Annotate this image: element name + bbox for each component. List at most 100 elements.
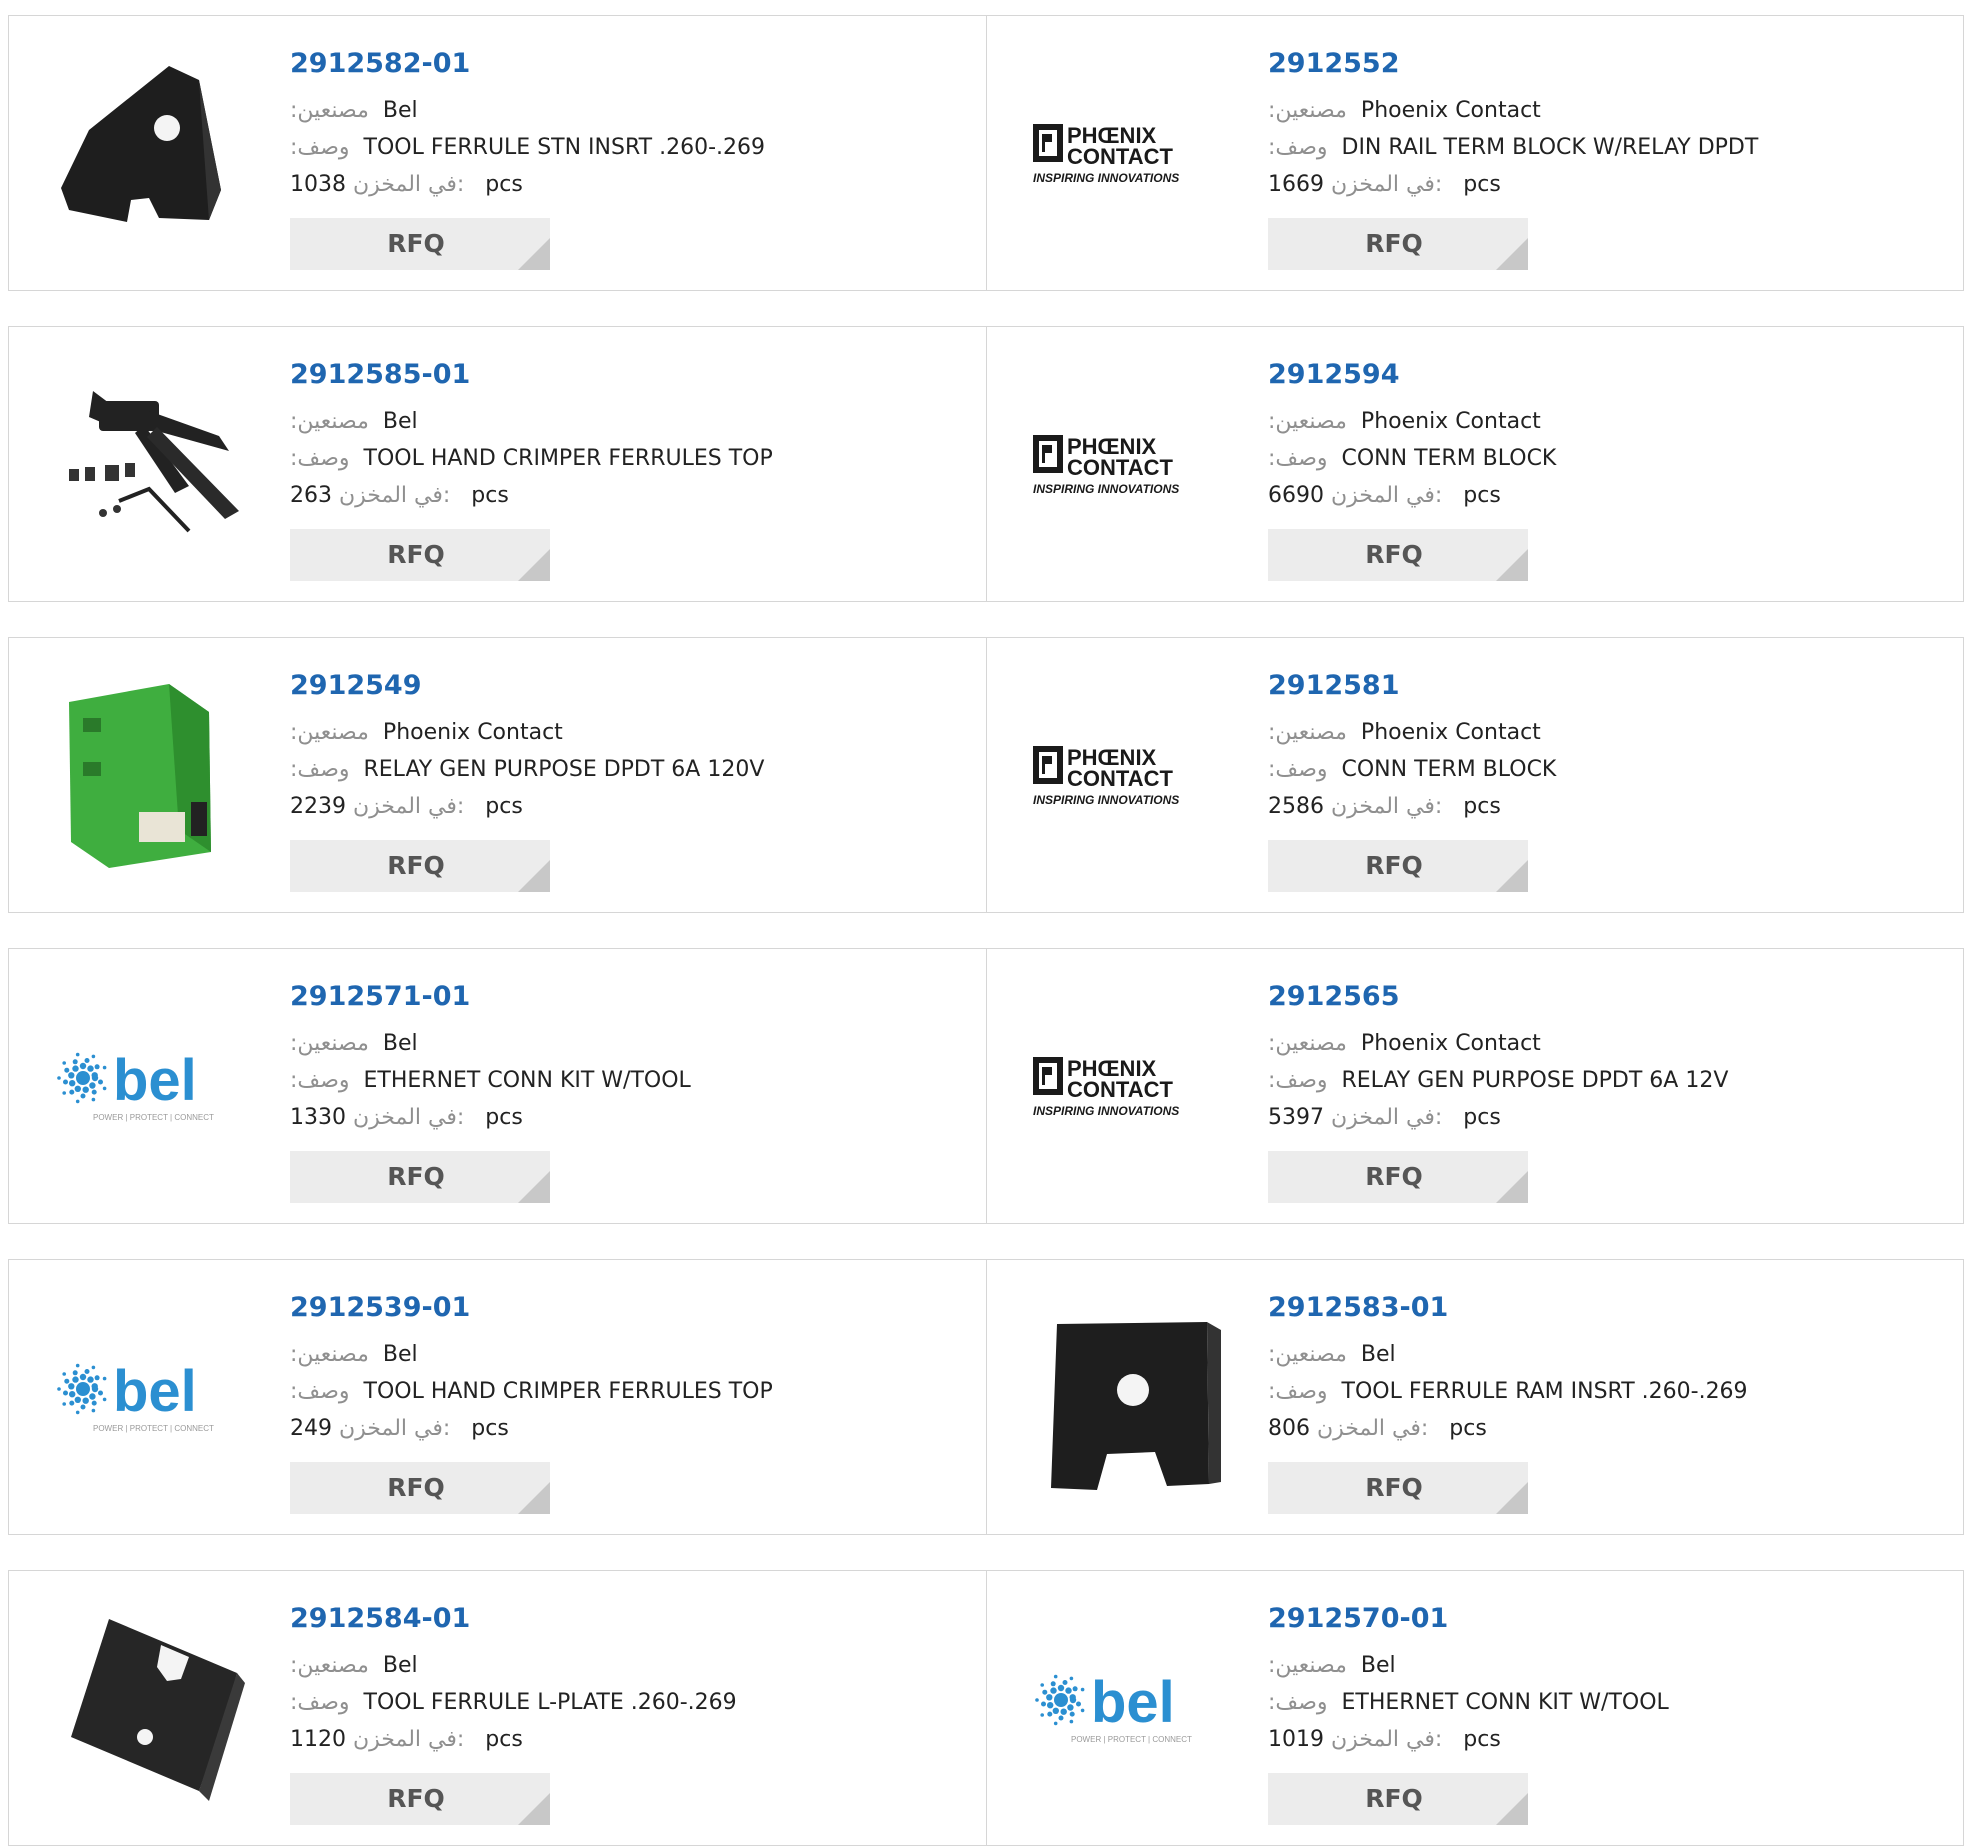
description-value: ETHERNET CONN KIT W/TOOL	[1341, 1690, 1669, 1715]
manufacturer-label: :مصنعين	[290, 1342, 369, 1367]
manufacturer-label: :مصنعين	[290, 98, 369, 123]
rfq-button-label: RFQ	[1365, 540, 1423, 569]
stock-value: 1019	[1268, 1727, 1324, 1752]
part-number-link[interactable]: 2912582-01	[290, 48, 470, 79]
manufacturer-value: Bel	[382, 1653, 418, 1678]
stock-value: 249	[290, 1416, 332, 1441]
rfq-button[interactable]: RFQ	[290, 1773, 550, 1825]
rfq-button[interactable]: RFQ	[290, 218, 550, 270]
product-card: 2912585-01 :مصنعين Bel :وصف TOOL HAND CR…	[9, 327, 986, 601]
rfq-button[interactable]: RFQ	[1268, 1151, 1528, 1203]
description-line: :وصف DIN RAIL TERM BLOCK W/RELAY DPDT	[1268, 134, 1758, 162]
part-number-link[interactable]: 2912539-01	[290, 1292, 470, 1323]
product-card: 2912582-01 :مصنعين Bel :وصف TOOL FERRULE…	[9, 16, 986, 290]
manufacturer-line: :مصنعين Phoenix Contact	[1268, 408, 1541, 436]
stock-label: في المخزن:	[353, 172, 465, 197]
phoenix-logo-tagline: INSPIRING INNOVATIONS	[1033, 793, 1179, 807]
rfq-button[interactable]: RFQ	[1268, 1462, 1528, 1514]
stock-unit: pcs	[1463, 483, 1501, 508]
ferrule-ram-insert-photo[interactable]	[1027, 1294, 1227, 1494]
rfq-corner-decoration	[518, 1171, 550, 1203]
ferrule-l-plate-photo[interactable]	[49, 1605, 249, 1805]
stock-label: في المخزن:	[1331, 1105, 1443, 1130]
part-number-link[interactable]: 2912583-01	[1268, 1292, 1448, 1323]
bel-logo[interactable]: bel POWER | PROTECT | CONNECT	[1027, 1605, 1227, 1805]
description-line: :وصف RELAY GEN PURPOSE DPDT 6A 120V	[290, 756, 764, 784]
rfq-button[interactable]: RFQ	[1268, 1773, 1528, 1825]
ferrule-station-insert-photo[interactable]	[49, 50, 249, 250]
phoenix-logo-line2: CONTACT	[1067, 144, 1173, 169]
rfq-corner-decoration	[1496, 549, 1528, 581]
stock-label: في المخزن:	[1317, 1416, 1429, 1441]
description-label: :وصف	[290, 1690, 350, 1715]
rfq-button-label: RFQ	[1365, 1784, 1423, 1813]
manufacturer-value: Phoenix Contact	[1360, 409, 1541, 434]
rfq-button[interactable]: RFQ	[1268, 529, 1528, 581]
rfq-button[interactable]: RFQ	[1268, 218, 1528, 270]
rfq-corner-decoration	[518, 549, 550, 581]
hand-crimper-photo[interactable]	[49, 361, 249, 561]
manufacturer-value: Bel	[382, 1342, 418, 1367]
manufacturer-label: :مصنعين	[290, 1653, 369, 1678]
bel-logo-word: bel	[1091, 1670, 1175, 1735]
phoenix-logo-line2: CONTACT	[1067, 766, 1173, 791]
manufacturer-label: :مصنعين	[1268, 1342, 1347, 1367]
phoenix-contact-logo[interactable]: PHŒNIX CONTACT INSPIRING INNOVATIONS	[1027, 983, 1227, 1183]
manufacturer-line: :مصنعين Bel	[290, 408, 418, 436]
description-label: :وصف	[290, 135, 350, 160]
stock-value: 2239	[290, 794, 346, 819]
product-card: bel POWER | PROTECT | CONNECT 2912571-01…	[9, 949, 986, 1223]
product-card: bel POWER | PROTECT | CONNECT 2912539-01…	[9, 1260, 986, 1534]
stock-unit: pcs	[471, 1416, 509, 1441]
phoenix-logo-tagline: INSPIRING INNOVATIONS	[1033, 482, 1179, 496]
manufacturer-label: :مصنعين	[290, 409, 369, 434]
phoenix-contact-logo[interactable]: PHŒNIX CONTACT INSPIRING INNOVATIONS	[1027, 672, 1227, 872]
stock-line: 2239 في المخزن: pcs	[290, 793, 523, 821]
stock-line: 806 في المخزن: pcs	[1268, 1415, 1487, 1443]
rfq-button-label: RFQ	[1365, 1162, 1423, 1191]
part-number-link[interactable]: 2912584-01	[290, 1603, 470, 1634]
description-value: TOOL FERRULE STN INSRT .260-.269	[363, 135, 766, 160]
product-row: bel POWER | PROTECT | CONNECT 2912539-01…	[8, 1259, 1964, 1535]
bel-logo[interactable]: bel POWER | PROTECT | CONNECT	[49, 983, 249, 1183]
manufacturer-value: Phoenix Contact	[1360, 98, 1541, 123]
description-label: :وصف	[290, 1379, 350, 1404]
part-number-link[interactable]: 2912571-01	[290, 981, 470, 1012]
stock-value: 2586	[1268, 794, 1324, 819]
relay-module-photo[interactable]	[49, 672, 249, 872]
rfq-corner-decoration	[518, 1482, 550, 1514]
part-number-link[interactable]: 2912581	[1268, 670, 1400, 701]
part-number-link[interactable]: 2912585-01	[290, 359, 470, 390]
stock-unit: pcs	[1463, 794, 1501, 819]
manufacturer-value: Phoenix Contact	[382, 720, 563, 745]
part-number-link[interactable]: 2912565	[1268, 981, 1400, 1012]
part-number-link[interactable]: 2912549	[290, 670, 422, 701]
rfq-button[interactable]: RFQ	[290, 529, 550, 581]
part-number-link[interactable]: 2912594	[1268, 359, 1400, 390]
rfq-button-label: RFQ	[1365, 851, 1423, 880]
product-card: PHŒNIX CONTACT INSPIRING INNOVATIONS 291…	[986, 638, 1963, 912]
stock-line: 1120 في المخزن: pcs	[290, 1726, 523, 1754]
product-card: PHŒNIX CONTACT INSPIRING INNOVATIONS 291…	[986, 16, 1963, 290]
bel-logo[interactable]: bel POWER | PROTECT | CONNECT	[49, 1294, 249, 1494]
phoenix-contact-logo[interactable]: PHŒNIX CONTACT INSPIRING INNOVATIONS	[1027, 361, 1227, 561]
product-card: 2912549 :مصنعين Phoenix Contact :وصف REL…	[9, 638, 986, 912]
rfq-button[interactable]: RFQ	[1268, 840, 1528, 892]
manufacturer-line: :مصنعين Bel	[290, 1030, 418, 1058]
rfq-button[interactable]: RFQ	[290, 1462, 550, 1514]
stock-line: 6690 في المخزن: pcs	[1268, 482, 1501, 510]
bel-logo-tagline: POWER | PROTECT | CONNECT	[93, 1113, 214, 1122]
rfq-button[interactable]: RFQ	[290, 1151, 550, 1203]
part-number-link[interactable]: 2912552	[1268, 48, 1400, 79]
stock-unit: pcs	[1463, 172, 1501, 197]
description-value: TOOL HAND CRIMPER FERRULES TOP	[363, 446, 773, 471]
manufacturer-label: :مصنعين	[1268, 98, 1347, 123]
stock-value: 806	[1268, 1416, 1310, 1441]
description-label: :وصف	[290, 757, 350, 782]
phoenix-contact-logo[interactable]: PHŒNIX CONTACT INSPIRING INNOVATIONS	[1027, 50, 1227, 250]
manufacturer-value: Bel	[382, 409, 418, 434]
stock-label: في المخزن:	[1331, 1727, 1443, 1752]
description-line: :وصف ETHERNET CONN KIT W/TOOL	[1268, 1689, 1669, 1717]
part-number-link[interactable]: 2912570-01	[1268, 1603, 1448, 1634]
rfq-button[interactable]: RFQ	[290, 840, 550, 892]
